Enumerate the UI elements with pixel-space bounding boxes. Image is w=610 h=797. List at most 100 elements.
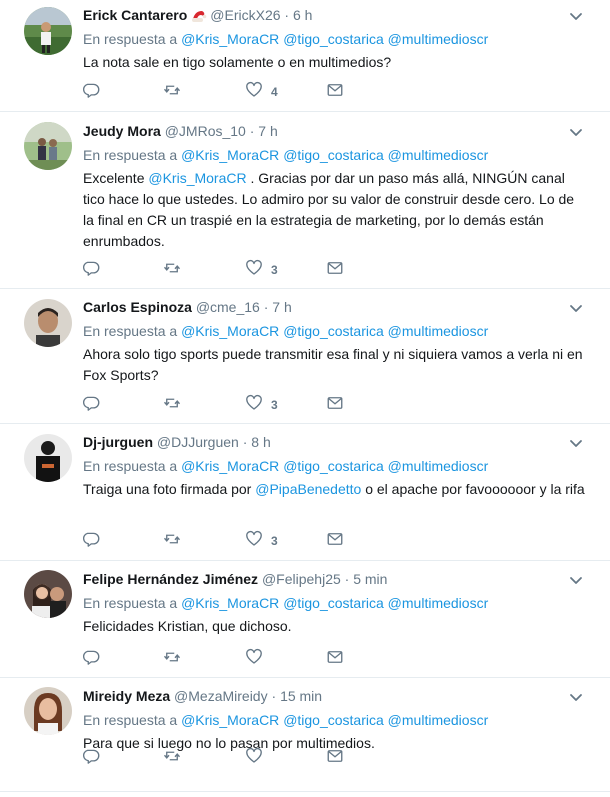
envelope-icon: [326, 81, 344, 104]
dm-button[interactable]: [326, 395, 344, 415]
reply-timeline: Erick Cantarero @ErickX26 · 6 h En respues…: [0, 0, 610, 792]
author-name[interactable]: Erick Cantarero: [83, 7, 187, 23]
like-button[interactable]: 3: [245, 394, 278, 415]
like-button[interactable]: [245, 747, 271, 768]
heart-icon: [245, 81, 263, 104]
envelope-icon: [326, 259, 344, 282]
chevron-down-icon[interactable]: [568, 124, 584, 140]
envelope-icon: [326, 530, 344, 553]
reply-button[interactable]: [82, 530, 101, 553]
reply-context: En respuesta a @Kris_MoraCR @tigo_costar…: [83, 321, 610, 341]
reply-context: En respuesta a @Kris_MoraCR @tigo_costar…: [83, 710, 610, 730]
author-handle[interactable]: @DJJurguen: [157, 434, 239, 450]
separator-dot: ·: [271, 688, 277, 704]
author-name[interactable]: Carlos Espinoza: [83, 299, 192, 315]
mention-link[interactable]: @multimedioscr: [388, 147, 489, 163]
timestamp[interactable]: 6 h: [293, 7, 312, 23]
avatar[interactable]: [24, 122, 72, 170]
retweet-button[interactable]: [163, 395, 181, 415]
author-name[interactable]: Felipe Hernández Jiménez: [83, 571, 258, 587]
tweet-header: Carlos Espinoza @cme_16 · 7 h: [83, 297, 610, 317]
chevron-down-icon[interactable]: [568, 300, 584, 316]
dm-button[interactable]: [326, 260, 344, 280]
reply-icon: [82, 530, 101, 553]
mention-link[interactable]: @multimedioscr: [388, 458, 489, 474]
tweet-text: Ahora solo tigo sports puede transmitir …: [83, 344, 588, 386]
dm-button[interactable]: [326, 649, 344, 669]
timestamp[interactable]: 7 h: [258, 123, 277, 139]
author-name[interactable]: Jeudy Mora: [83, 123, 161, 139]
author-handle[interactable]: @cme_16: [196, 299, 260, 315]
separator-dot: ·: [284, 7, 290, 23]
heart-icon: [245, 648, 263, 671]
avatar[interactable]: [24, 7, 72, 55]
mention-link[interactable]: @Kris_MoraCR: [181, 147, 279, 163]
tweet-text-segment: Traiga una foto firmada por: [83, 481, 256, 497]
timestamp[interactable]: 8 h: [251, 434, 270, 450]
envelope-icon: [326, 394, 344, 417]
mention-link[interactable]: @PipaBenedetto: [255, 481, 361, 497]
mention-link[interactable]: @Kris_MoraCR: [181, 323, 279, 339]
like-button[interactable]: [245, 648, 271, 671]
like-count: 4: [271, 85, 278, 99]
author-name[interactable]: Mireidy Meza: [83, 688, 170, 704]
reply-prefix: En respuesta a: [83, 595, 178, 611]
dm-button[interactable]: [326, 531, 344, 551]
author-handle[interactable]: @JMRos_10: [165, 123, 246, 139]
like-button[interactable]: 3: [245, 259, 278, 282]
tweet-header: Erick Cantarero @ErickX26 · 6 h: [83, 5, 610, 25]
mention-link[interactable]: @multimedioscr: [388, 31, 489, 47]
avatar[interactable]: [24, 299, 72, 347]
author-handle[interactable]: @MezaMireidy: [174, 688, 268, 704]
like-button[interactable]: 3: [245, 530, 278, 551]
reply-prefix: En respuesta a: [83, 458, 178, 474]
mention-link[interactable]: @Kris_MoraCR: [181, 712, 279, 728]
mention-link[interactable]: @tigo_costarica: [283, 458, 384, 474]
mention-link[interactable]: @Kris_MoraCR: [148, 170, 246, 186]
mention-link[interactable]: @multimedioscr: [388, 323, 489, 339]
chevron-down-icon[interactable]: [568, 689, 584, 705]
mention-link[interactable]: @tigo_costarica: [283, 595, 384, 611]
mention-link[interactable]: @tigo_costarica: [283, 323, 384, 339]
timestamp[interactable]: 5 min: [353, 571, 387, 587]
mention-link[interactable]: @multimedioscr: [388, 712, 489, 728]
chevron-down-icon[interactable]: [568, 572, 584, 588]
reply-button[interactable]: [82, 260, 101, 280]
mention-link[interactable]: @multimedioscr: [388, 595, 489, 611]
author-name[interactable]: Dj-jurguen: [83, 434, 153, 450]
timestamp[interactable]: 7 h: [272, 299, 291, 315]
mention-link[interactable]: @Kris_MoraCR: [181, 458, 279, 474]
tweet-header: Jeudy Mora @JMRos_10 · 7 h: [83, 121, 610, 141]
reply-prefix: En respuesta a: [83, 31, 178, 47]
timestamp[interactable]: 15 min: [280, 688, 322, 704]
mention-link[interactable]: @tigo_costarica: [283, 147, 384, 163]
reply-prefix: En respuesta a: [83, 147, 178, 163]
retweet-icon: [163, 81, 181, 104]
retweet-button[interactable]: [163, 260, 181, 280]
retweet-button[interactable]: [163, 82, 181, 102]
retweet-button[interactable]: [163, 748, 181, 768]
chevron-down-icon[interactable]: [568, 8, 584, 24]
avatar[interactable]: [24, 570, 72, 618]
dm-button[interactable]: [326, 748, 344, 768]
author-handle[interactable]: @ErickX26: [210, 7, 280, 23]
reply-button[interactable]: [82, 748, 101, 768]
reply-button[interactable]: [82, 82, 101, 102]
dm-button[interactable]: [326, 82, 344, 102]
reply-button[interactable]: [82, 394, 101, 417]
heart-icon: [245, 259, 263, 282]
mention-link[interactable]: @tigo_costarica: [283, 712, 384, 728]
author-handle[interactable]: @Felipehj25: [262, 571, 341, 587]
avatar[interactable]: [24, 434, 72, 482]
mention-link[interactable]: @Kris_MoraCR: [181, 595, 279, 611]
chevron-down-icon[interactable]: [568, 435, 584, 451]
retweet-button[interactable]: [163, 531, 181, 551]
separator-dot: ·: [242, 434, 248, 450]
mention-link[interactable]: @tigo_costarica: [283, 31, 384, 47]
retweet-button[interactable]: [163, 649, 181, 669]
avatar[interactable]: [24, 687, 72, 735]
like-button[interactable]: 4: [245, 81, 278, 104]
reply-button[interactable]: [82, 649, 101, 669]
mention-link[interactable]: @Kris_MoraCR: [181, 31, 279, 47]
reply-icon: [82, 394, 101, 417]
